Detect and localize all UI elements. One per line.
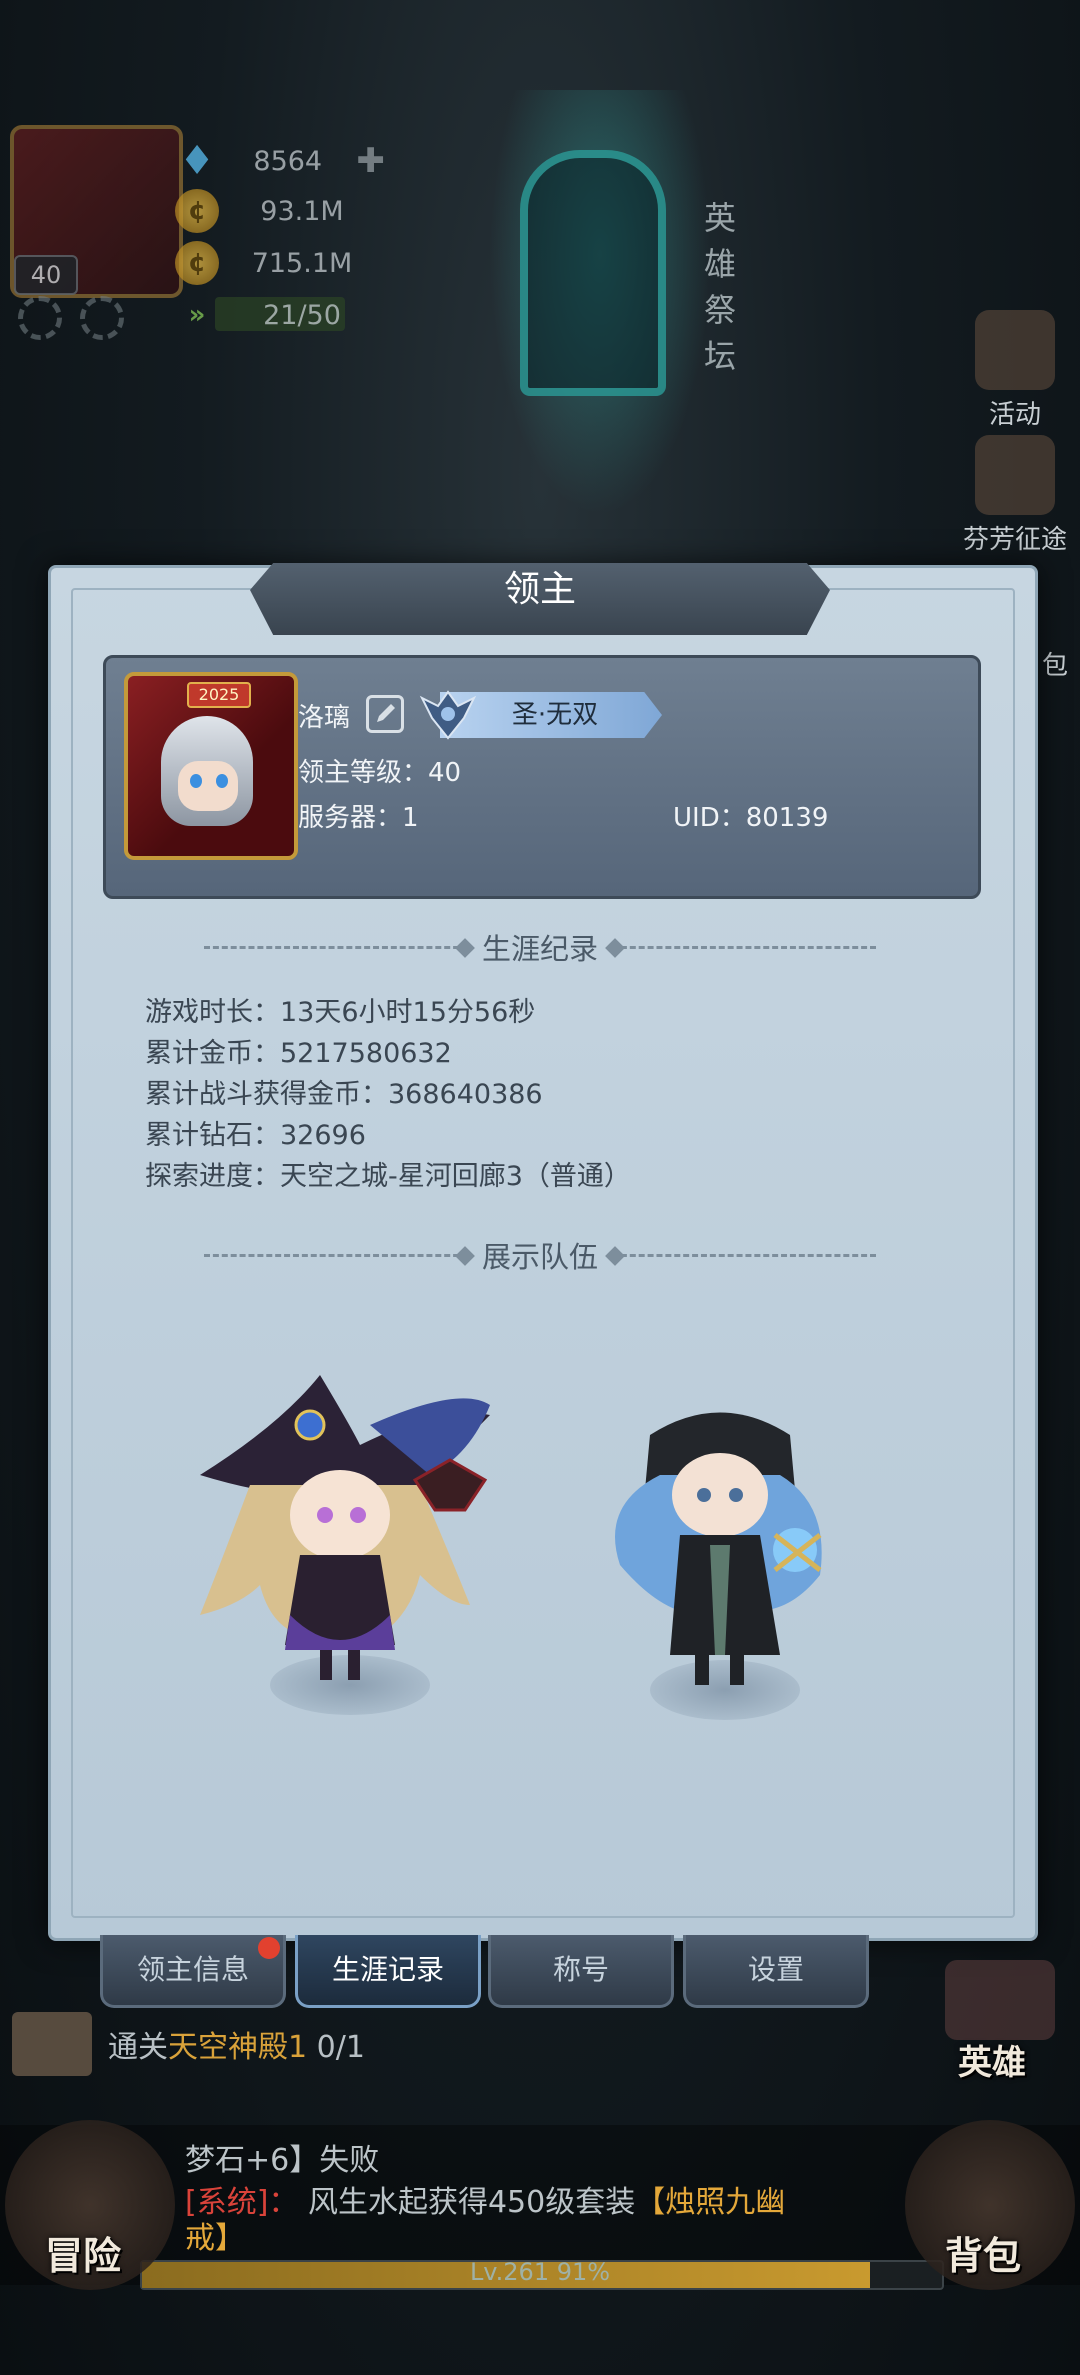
energy-counter: » 21/50 xyxy=(175,292,385,338)
dialog-title: 领主 xyxy=(503,569,576,610)
diamond-counter: ♦ 8564 ✚ xyxy=(175,138,385,184)
adventure-button[interactable]: 冒险 xyxy=(45,2225,121,2280)
gold-counter-1: ¢ 93.1M xyxy=(175,188,385,234)
tab-titles[interactable]: 称号 xyxy=(488,1935,674,2008)
chat-message: 梦石+6】失败 xyxy=(185,2143,380,2178)
edit-name-icon[interactable] xyxy=(366,695,404,733)
chat-message-cont: 戒】 xyxy=(185,2221,245,2256)
experience-text: Lv.261 91% xyxy=(469,2258,611,2286)
lord-name: 洛璃 xyxy=(298,703,351,733)
wing-emblem-icon xyxy=(419,690,477,740)
energy-icon: » xyxy=(188,300,206,330)
quest-scroll-icon[interactable] xyxy=(12,2012,92,2076)
uid-info: UID：80139 xyxy=(673,803,829,833)
career-section-header: 生涯纪录 xyxy=(190,927,890,967)
notification-dot xyxy=(258,1937,280,1959)
chat-message-system: [系统]： 风生水起获得450级套装【烛照九幽 xyxy=(185,2185,786,2220)
eye-shape xyxy=(216,774,228,788)
bag-button[interactable]: 背包 xyxy=(945,2225,1021,2280)
settings-gear-icon[interactable] xyxy=(18,296,62,340)
gold-coin-icon: ¢ xyxy=(175,189,219,233)
divider xyxy=(612,945,877,949)
total-gold: 累计金币：5217580632 xyxy=(145,1038,452,1069)
avatar-year-badge: 2025 xyxy=(187,682,251,708)
battle-gold: 累计战斗获得金币：368640386 xyxy=(145,1079,543,1110)
exploration-progress: 探索进度：天空之城-星河回廊3（普通） xyxy=(145,1161,631,1192)
team-section-header: 展示队伍 xyxy=(190,1235,890,1275)
journey-icon xyxy=(975,435,1055,515)
gold-coin-icon: ¢ xyxy=(175,241,219,285)
event-icon xyxy=(975,310,1055,390)
total-diamonds: 累计钻石：32696 xyxy=(145,1120,366,1151)
hero-button[interactable]: 英雄 xyxy=(958,2035,1026,2084)
gear-icon[interactable] xyxy=(80,296,124,340)
title-badge-text: 圣·无双 xyxy=(511,700,599,730)
quest-tracker[interactable]: 通关天空神殿1 0/1 xyxy=(108,2022,365,2066)
eye-shape xyxy=(190,774,202,788)
event-button[interactable]: 活动 xyxy=(960,310,1070,431)
divider xyxy=(204,1253,468,1257)
hero-button-icon xyxy=(945,1960,1055,2040)
player-level-badge: 40 xyxy=(14,255,78,295)
server-info: 服务器：1 xyxy=(298,803,419,833)
altar-portal xyxy=(520,150,666,396)
divider xyxy=(612,1253,877,1257)
face-shape xyxy=(178,761,238,811)
lord-level: 领主等级：40 xyxy=(298,758,462,788)
hero-priestess[interactable] xyxy=(580,1395,850,1695)
journey-button[interactable]: 芬芳征途 xyxy=(950,435,1080,556)
tab-career-record[interactable]: 生涯记录 xyxy=(295,1935,481,2008)
tab-settings[interactable]: 设置 xyxy=(683,1935,869,2008)
hero-witch[interactable] xyxy=(180,1365,520,1695)
divider xyxy=(204,945,468,949)
add-diamond-icon[interactable]: ✚ xyxy=(357,141,386,181)
diamond-icon: ♦ xyxy=(179,138,215,184)
play-time: 游戏时长：13天6小时15分56秒 xyxy=(145,997,536,1028)
altar-label: 英雄祭坛 xyxy=(703,199,736,375)
gold-counter-2: ¢ 715.1M xyxy=(175,240,385,286)
